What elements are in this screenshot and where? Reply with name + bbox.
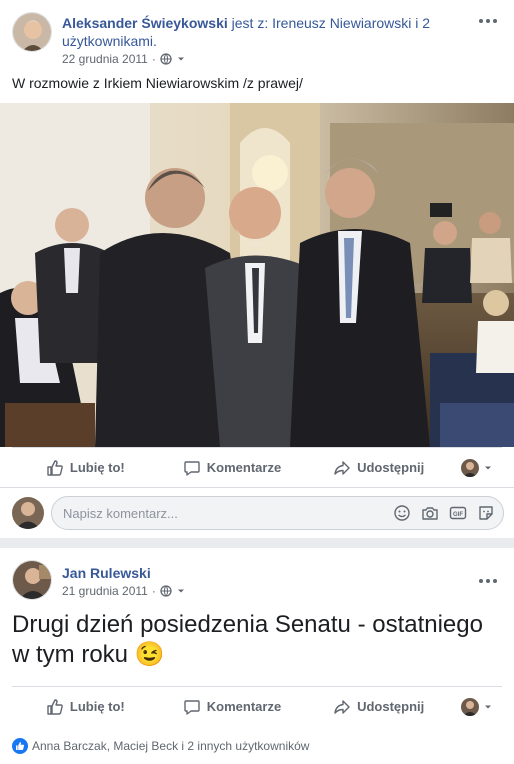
share-icon [334,460,350,475]
camera-icon[interactable] [421,504,439,522]
like-label: Lubię to! [69,460,125,475]
comment-input[interactable] [63,504,383,522]
sticker-icon[interactable] [477,504,495,522]
comment-icon [184,460,200,476]
reaction-as-selector[interactable] [452,697,502,716]
avatar[interactable] [12,497,44,529]
share-button[interactable]: Udostępnij [305,459,452,477]
comment-button[interactable]: Komentarze [159,459,306,477]
author-line: Aleksander Świeykowski jest z: Ireneusz … [62,14,462,50]
chevron-down-icon [485,705,492,708]
svg-text:GIF: GIF [453,512,463,518]
emoji-icon[interactable] [393,504,411,522]
author-avatar[interactable] [12,12,52,52]
post-actions: Lubię to! Komentarze Udostępnij [12,686,502,726]
post-text: Drugi dzień posiedzenia Senatu - ostatni… [12,610,502,670]
author-name[interactable]: Jan Rulewski [62,565,151,581]
like-button[interactable]: Lubię to! [12,698,159,716]
post-actions: Lubię to! Komentarze Udostępnij [12,447,502,487]
wink-emoji: 😉 [134,641,165,668]
post-text: W rozmowie z Irkiem Niewiarowskim /z pra… [12,75,303,91]
separator: · [151,52,156,66]
share-label: Udostępnij [357,460,425,475]
author-line: Jan Rulewski [62,564,462,582]
author-avatar[interactable] [12,560,52,600]
comment-label: Komentarze [206,699,282,714]
chevron-down-icon[interactable] [176,586,186,596]
gif-icon[interactable]: GIF [449,504,467,522]
share-icon [334,699,350,714]
thumbs-up-icon [47,459,63,476]
post-date[interactable]: 21 grudnia 2011 [62,584,148,598]
share-button[interactable]: Udostępnij [305,698,452,716]
post-card: Jan Rulewski 21 grudnia 2011 · Drugi dzi… [0,548,514,764]
comment-icon [184,699,200,715]
comment-button[interactable]: Komentarze [159,698,306,716]
reactions-summary[interactable]: Anna Barczak, Maciej Beck i 2 innych uży… [12,738,309,754]
post-card: Aleksander Świeykowski jest z: Ireneusz … [0,0,514,538]
post-meta: 21 grudnia 2011 · [62,584,186,598]
author-name[interactable]: Aleksander Świeykowski [62,15,228,31]
thumbs-up-icon [47,698,63,715]
share-label: Udostępnij [357,699,425,714]
post-date[interactable]: 22 grudnia 2011 [62,52,148,66]
post-header: Aleksander Świeykowski jest z: Ireneusz … [12,12,502,72]
chevron-down-icon[interactable] [176,54,186,64]
more-options-icon[interactable] [476,12,500,30]
comment-composer: GIF [0,487,514,538]
reactions-text: Anna Barczak, Maciej Beck i 2 innych uży… [32,739,310,753]
chevron-down-icon [485,466,492,469]
like-reaction-icon [12,738,28,754]
like-label: Lubię to! [69,699,125,714]
avatar [461,697,480,716]
comment-label: Komentarze [206,460,282,475]
post-meta: 22 grudnia 2011 · [62,52,186,66]
separator: · [151,584,156,598]
avatar [461,458,480,477]
reaction-as-selector[interactable] [452,458,502,477]
comment-box[interactable]: GIF [51,496,504,530]
like-button[interactable]: Lubię to! [12,459,159,477]
globe-icon[interactable] [160,53,172,65]
post-text-content: Drugi dzień posiedzenia Senatu - ostatni… [12,611,483,668]
more-options-icon[interactable] [476,572,500,590]
post-photo[interactable] [0,103,514,447]
globe-icon[interactable] [160,585,172,597]
